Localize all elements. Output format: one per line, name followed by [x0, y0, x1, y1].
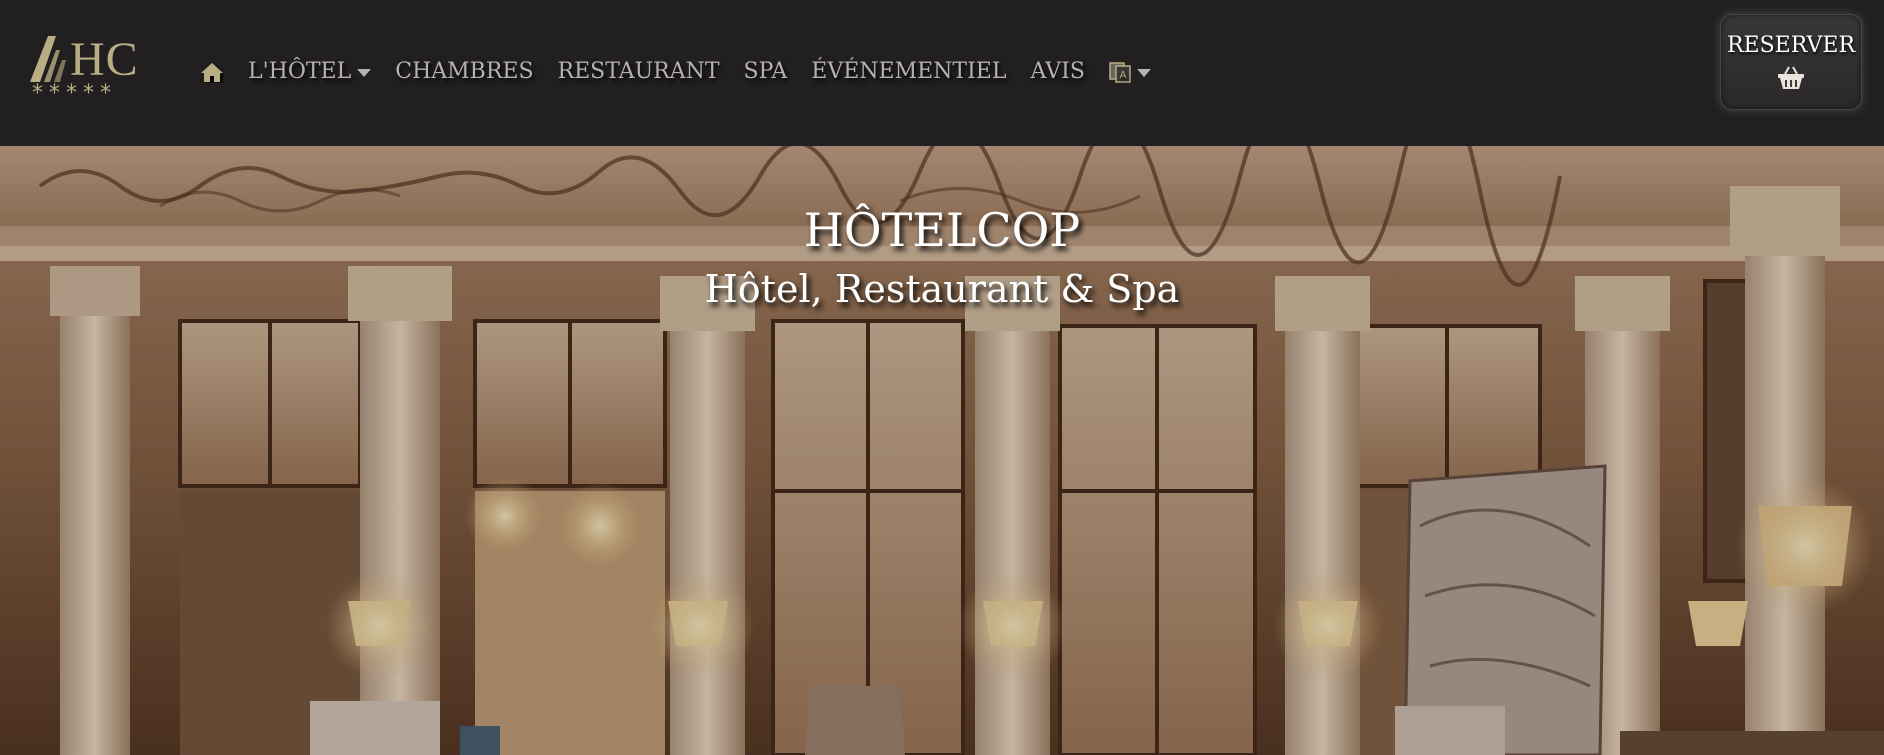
nav-item-restaurant-label: RESTAURANT [557, 59, 720, 84]
svg-text:A: A [1119, 70, 1126, 81]
reserve-button[interactable]: RESERVER [1720, 14, 1862, 110]
nav-item-evenementiel[interactable]: ÉVÉNEMENTIEL [811, 54, 1006, 90]
nav-home[interactable] [200, 61, 224, 83]
chevron-down-icon [357, 69, 372, 77]
hero-banner: HÔTELCOP Hôtel, Restaurant & Spa [0, 146, 1884, 755]
logo-stars: ***** [32, 81, 117, 106]
nav-item-avis-label: AVIS [1030, 59, 1085, 84]
nav-item-spa[interactable]: SPA [744, 54, 788, 90]
nav-item-chambres-label: CHAMBRES [395, 59, 534, 84]
hero-title: HÔTELCOP [803, 203, 1081, 257]
nav-item-restaurant[interactable]: RESTAURANT [558, 54, 720, 90]
nav-item-spa-label: SPA [743, 59, 788, 84]
nav-item-avis[interactable]: AVIS [1030, 54, 1084, 90]
home-icon [201, 63, 223, 82]
nav-item-hotel-label: L'HÔTEL [248, 59, 352, 84]
logo-mark-icon [30, 36, 66, 82]
nav-item-chambres[interactable]: CHAMBRES [395, 54, 533, 90]
language-selector[interactable]: A [1109, 61, 1151, 83]
chevron-down-icon [1136, 69, 1151, 77]
logo-text: HC [70, 33, 139, 86]
nav-item-hotel[interactable]: L'HÔTEL [248, 54, 372, 90]
nav-item-evenementiel-label: ÉVÉNEMENTIEL [811, 59, 1007, 84]
hero-subtitle: Hôtel, Restaurant & Spa [704, 267, 1180, 311]
language-icon: A [1109, 61, 1131, 83]
reserve-button-label: RESERVER [1726, 33, 1856, 58]
main-nav: L'HÔTEL CHAMBRES RESTAURANT SPA ÉVÉNEMEN… [200, 54, 1175, 90]
logo[interactable]: HC ***** [26, 32, 154, 108]
top-navbar: HC ***** L'HÔTEL CHAMBRES RESTAURANT SPA… [0, 0, 1884, 146]
basket-icon [1778, 66, 1804, 89]
